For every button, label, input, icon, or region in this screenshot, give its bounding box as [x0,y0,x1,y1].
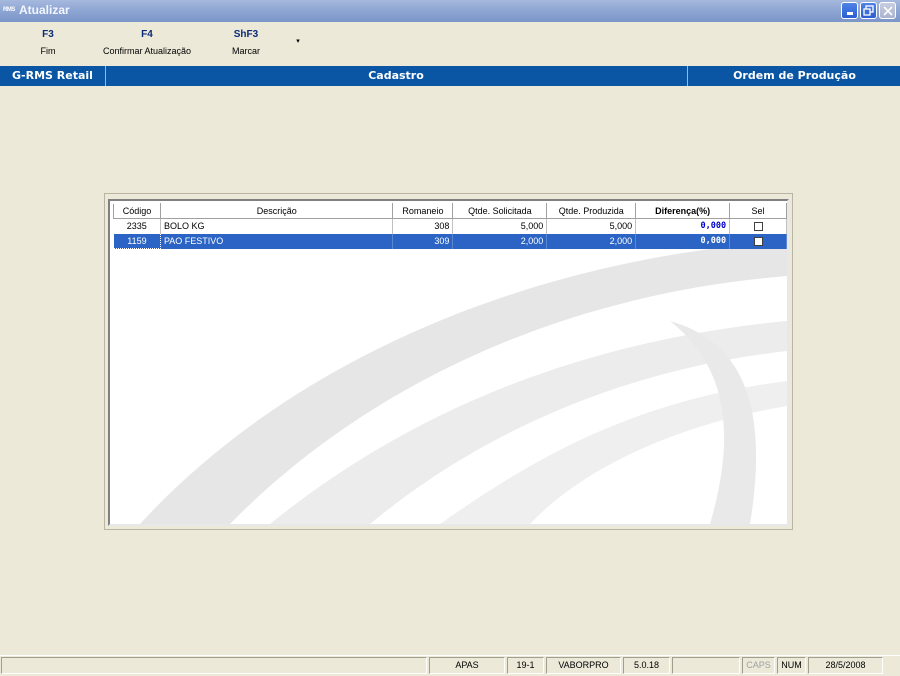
status-company: APAS [429,657,505,674]
header-module: Cadastro [368,69,424,82]
column-header-sel[interactable]: Sel [729,203,787,219]
table-row-selected[interactable]: 1159 PAO FESTIVO 309 2,000 2,000 0,000 [113,233,787,249]
confirmar-key: F4 [141,29,153,40]
column-header-codigo[interactable]: Código [113,203,161,219]
watermark-swoosh-icon [140,241,787,524]
column-header-romaneio[interactable]: Romaneio [392,203,454,219]
more-options-button[interactable]: ▾ [293,38,303,46]
app-logo-icon: RMS [3,7,15,13]
cell-descricao: PAO FESTIVO [160,233,394,249]
cell-romaneio: 308 [392,218,454,234]
cell-romaneio: 309 [392,233,454,249]
cell-qtde-solicitada: 2,000 [452,233,548,249]
status-message [1,657,427,674]
minimize-icon [846,12,853,15]
status-version: 5.0.18 [623,657,670,674]
header-bar: G-RMS Retail Cadastro Ordem de Produção [0,66,900,86]
status-blank [672,657,740,674]
column-header-descricao[interactable]: Descrição [159,203,394,219]
cell-diferenca: 0,000 [635,233,731,249]
column-header-qtde-solicitada[interactable]: Qtde. Solicitada [452,203,548,219]
restore-icon [863,5,874,16]
grid-panel: Código Descrição Romaneio Qtde. Solicita… [104,193,793,530]
cell-codigo: 1159 [113,233,161,249]
title-bar: RMS Atualizar [0,0,900,22]
status-bar: APAS 19-1 VABORPRO 5.0.18 CAPS NUM 28/5/… [0,655,900,676]
fim-key: F3 [42,29,54,40]
table-row[interactable]: 2335 BOLO KG 308 5,000 5,000 0,000 [113,218,787,234]
cell-codigo: 2335 [113,218,161,234]
close-icon [882,5,893,16]
status-date: 28/5/2008 [808,657,883,674]
fim-label: Fim [40,46,56,56]
window-title: Atualizar [19,3,70,17]
minimize-button[interactable] [841,2,858,19]
marcar-label: Marcar [231,46,260,56]
sel-checkbox[interactable] [753,237,763,247]
column-header-diferenca[interactable]: Diferença(%) [635,203,731,219]
production-table: Código Descrição Romaneio Qtde. Solicita… [113,203,787,249]
status-num: NUM [777,657,806,674]
close-button[interactable] [879,2,896,19]
sel-checkbox[interactable] [753,222,763,232]
marcar-button[interactable]: ShF3 Marcar [226,28,266,56]
status-caps: CAPS [742,657,775,674]
cell-qtde-produzida: 2,000 [546,233,637,249]
fim-button[interactable]: F3 Fim [30,28,66,56]
cell-qtde-solicitada: 5,000 [452,218,548,234]
cell-sel [729,233,787,249]
confirmar-atualizacao-button[interactable]: F4 Confirmar Atualização [98,28,196,56]
cell-qtde-produzida: 5,000 [546,218,637,234]
chevron-down-icon: ▾ [296,38,300,45]
status-terminal: 19-1 [507,657,544,674]
production-grid[interactable]: Código Descrição Romaneio Qtde. Solicita… [108,199,789,526]
column-header-qtde-produzida[interactable]: Qtde. Produzida [546,203,637,219]
cell-diferenca: 0,000 [635,218,731,234]
marcar-key: ShF3 [233,29,259,40]
restore-button[interactable] [860,2,877,19]
cell-sel [729,218,787,234]
status-user: VABORPRO [546,657,621,674]
toolbar: F3 Fim F4 Confirmar Atualização ShF3 Mar… [0,28,900,64]
cell-descricao: BOLO KG [160,218,394,234]
header-app-name: G-RMS Retail [0,66,106,86]
table-header-row: Código Descrição Romaneio Qtde. Solicita… [113,203,787,219]
confirmar-label: Confirmar Atualização [102,46,192,56]
header-screen-name: Ordem de Produção [687,66,900,86]
